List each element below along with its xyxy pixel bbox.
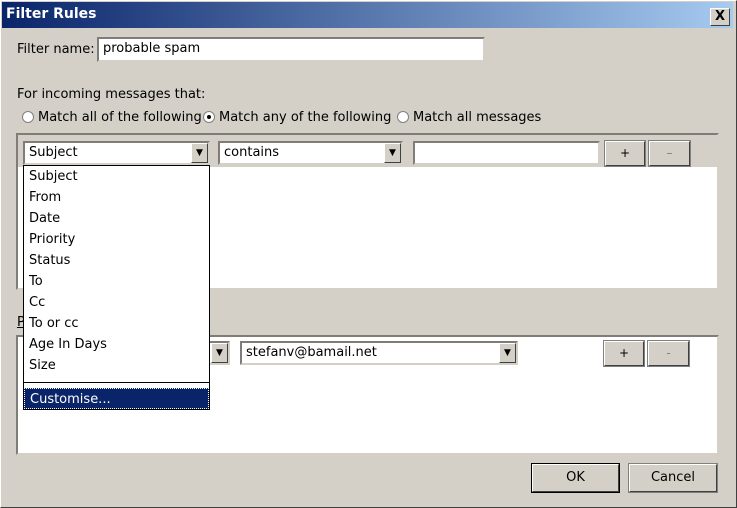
filter-name-label: Filter name: — [17, 42, 95, 57]
field-dropdown-list: Subject From Date Priority Status To Cc To or c… — [23, 165, 210, 410]
chevron-down-icon[interactable]: ▼ — [384, 143, 401, 163]
dropdown-item[interactable]: Status — [24, 250, 209, 271]
radio-icon — [22, 111, 34, 123]
radio-checked-icon — [203, 111, 215, 123]
add-action-button[interactable]: + — [603, 340, 645, 367]
condition-value-input[interactable] — [413, 141, 600, 165]
dropdown-item[interactable]: Age In Days — [24, 334, 209, 355]
dropdown-item[interactable]: Subject — [24, 166, 209, 187]
radio-match-all-messages[interactable]: Match all messages — [397, 110, 541, 125]
window-title: Filter Rules — [6, 6, 97, 22]
dropdown-item[interactable]: Priority — [24, 229, 209, 250]
close-button[interactable]: X — [710, 8, 730, 26]
conditions-heading: For incoming messages that: — [17, 87, 206, 102]
radio-match-all[interactable]: Match all of the following — [22, 110, 202, 125]
dropdown-item[interactable]: To — [24, 271, 209, 292]
dropdown-item[interactable]: Date — [24, 208, 209, 229]
chevron-down-icon[interactable]: ▼ — [499, 343, 516, 363]
dropdown-item[interactable]: Cc — [24, 292, 209, 313]
radio-icon — [397, 111, 409, 123]
radio-match-any[interactable]: Match any of the following — [203, 110, 391, 125]
dropdown-item[interactable]: To or cc — [24, 313, 209, 334]
chevron-down-icon[interactable]: ▼ — [211, 343, 228, 363]
dropdown-item-customise[interactable]: Customise... — [24, 388, 209, 409]
remove-condition-button[interactable]: – — [648, 140, 691, 167]
dropdown-item[interactable]: Size — [24, 355, 209, 376]
field-select[interactable]: Subject ▼ — [23, 141, 210, 165]
ok-button[interactable]: OK — [531, 463, 620, 493]
remove-action-button[interactable]: - — [647, 340, 690, 367]
dropdown-item[interactable]: From — [24, 187, 209, 208]
filter-name-input[interactable]: probable spam — [97, 37, 485, 62]
operator-select[interactable]: contains ▼ — [218, 141, 403, 165]
action-target-select[interactable]: stefanv@bamail.net ▼ — [240, 341, 518, 365]
chevron-down-icon[interactable]: ▼ — [191, 143, 208, 163]
cancel-button[interactable]: Cancel — [628, 463, 718, 493]
add-condition-button[interactable]: + — [604, 140, 646, 167]
title-bar: Filter Rules X — [2, 2, 733, 28]
